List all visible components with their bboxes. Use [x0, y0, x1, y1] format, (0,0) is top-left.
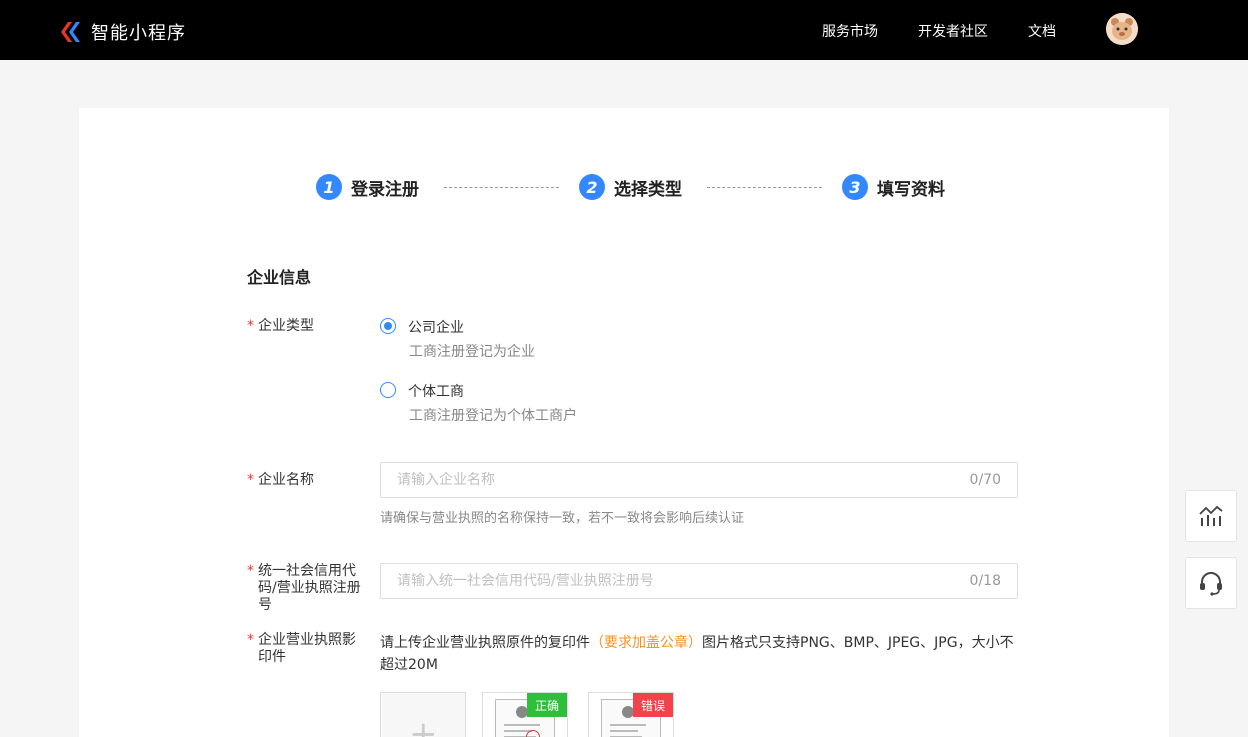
plus-icon: +	[409, 714, 438, 737]
label-text: 企业营业执照影印件	[258, 632, 356, 665]
company-name-label: * 企业名称	[247, 472, 365, 489]
step-number: 3	[842, 174, 868, 200]
headset-icon	[1200, 572, 1222, 596]
desc-highlight: （要求加盖公章）	[590, 635, 702, 651]
logo-text: 智能小程序	[91, 23, 186, 44]
stamp-icon	[526, 730, 540, 737]
company-name-hint: 请确保与营业执照的名称保持一致，若不一致将会影响后续认证	[380, 511, 745, 526]
sample-wrong-image: 错误	[588, 692, 674, 737]
step-label: 登录注册	[351, 179, 419, 200]
credit-code-input[interactable]	[397, 564, 937, 598]
radio-company-desc: 工商注册登记为企业	[409, 344, 535, 360]
license-label: * 企业营业执照影印件	[247, 632, 365, 666]
doc-line	[610, 730, 638, 732]
license-upload-button[interactable]: +	[380, 692, 466, 737]
step-fill-info: 3 填写资料	[842, 174, 945, 200]
license-upload-desc: 请上传企业营业执照原件的复印件（要求加盖公章）图片格式只支持PNG、BMP、JP…	[380, 632, 1020, 676]
step-divider	[444, 187, 559, 188]
nav-service-market[interactable]: 服务市场	[822, 21, 878, 41]
doc-line	[610, 724, 646, 726]
nav-docs[interactable]: 文档	[1028, 21, 1056, 41]
step-label: 填写资料	[877, 179, 945, 200]
char-counter: 0/70	[969, 472, 1001, 488]
radio-individual[interactable]	[380, 382, 396, 398]
step-label: 选择类型	[614, 179, 682, 200]
required-mark: *	[247, 472, 254, 488]
credit-code-field: 0/18	[380, 563, 1018, 599]
enterprise-type-label: * 企业类型	[247, 318, 365, 335]
top-navbar: 智能小程序 服务市场 开发者社区 文档	[0, 0, 1248, 60]
company-name-field: 0/70	[380, 462, 1018, 498]
required-mark: *	[247, 318, 254, 334]
credit-code-label: * 统一社会信用代码/营业执照注册号	[247, 563, 365, 614]
desc-text: 请上传企业营业执照原件的复印件	[380, 635, 590, 651]
avatar-image	[1106, 13, 1138, 45]
step-divider	[707, 187, 822, 188]
correct-tag: 正确	[527, 693, 567, 717]
char-counter: 0/18	[969, 573, 1001, 589]
company-name-input[interactable]	[397, 463, 937, 497]
radio-company[interactable]	[380, 318, 396, 334]
float-chart-button[interactable]	[1185, 490, 1237, 542]
wrong-tag: 错误	[633, 693, 673, 717]
chart-icon	[1199, 505, 1223, 526]
sample-correct-image: 正确	[482, 692, 568, 737]
logo[interactable]: 智能小程序	[60, 19, 186, 45]
avatar[interactable]	[1106, 13, 1138, 45]
doc-line	[504, 724, 540, 726]
label-text: 企业名称	[258, 472, 314, 488]
step-register: 1 登录注册	[316, 174, 419, 200]
label-text: 统一社会信用代码/营业执照注册号	[258, 563, 361, 613]
required-mark: *	[247, 563, 254, 579]
step-select-type: 2 选择类型	[579, 174, 682, 200]
step-number: 2	[579, 174, 605, 200]
nav-developer-community[interactable]: 开发者社区	[918, 21, 988, 41]
section-title: 企业信息	[247, 268, 312, 287]
step-number: 1	[316, 174, 342, 200]
required-mark: *	[247, 632, 254, 648]
radio-company-label[interactable]: 公司企业	[408, 317, 464, 337]
radio-individual-desc: 工商注册登记为个体工商户	[409, 408, 577, 424]
float-support-button[interactable]	[1185, 557, 1237, 609]
label-text: 企业类型	[258, 318, 314, 334]
radio-individual-label[interactable]: 个体工商	[408, 381, 464, 401]
logo-icon	[61, 22, 80, 42]
